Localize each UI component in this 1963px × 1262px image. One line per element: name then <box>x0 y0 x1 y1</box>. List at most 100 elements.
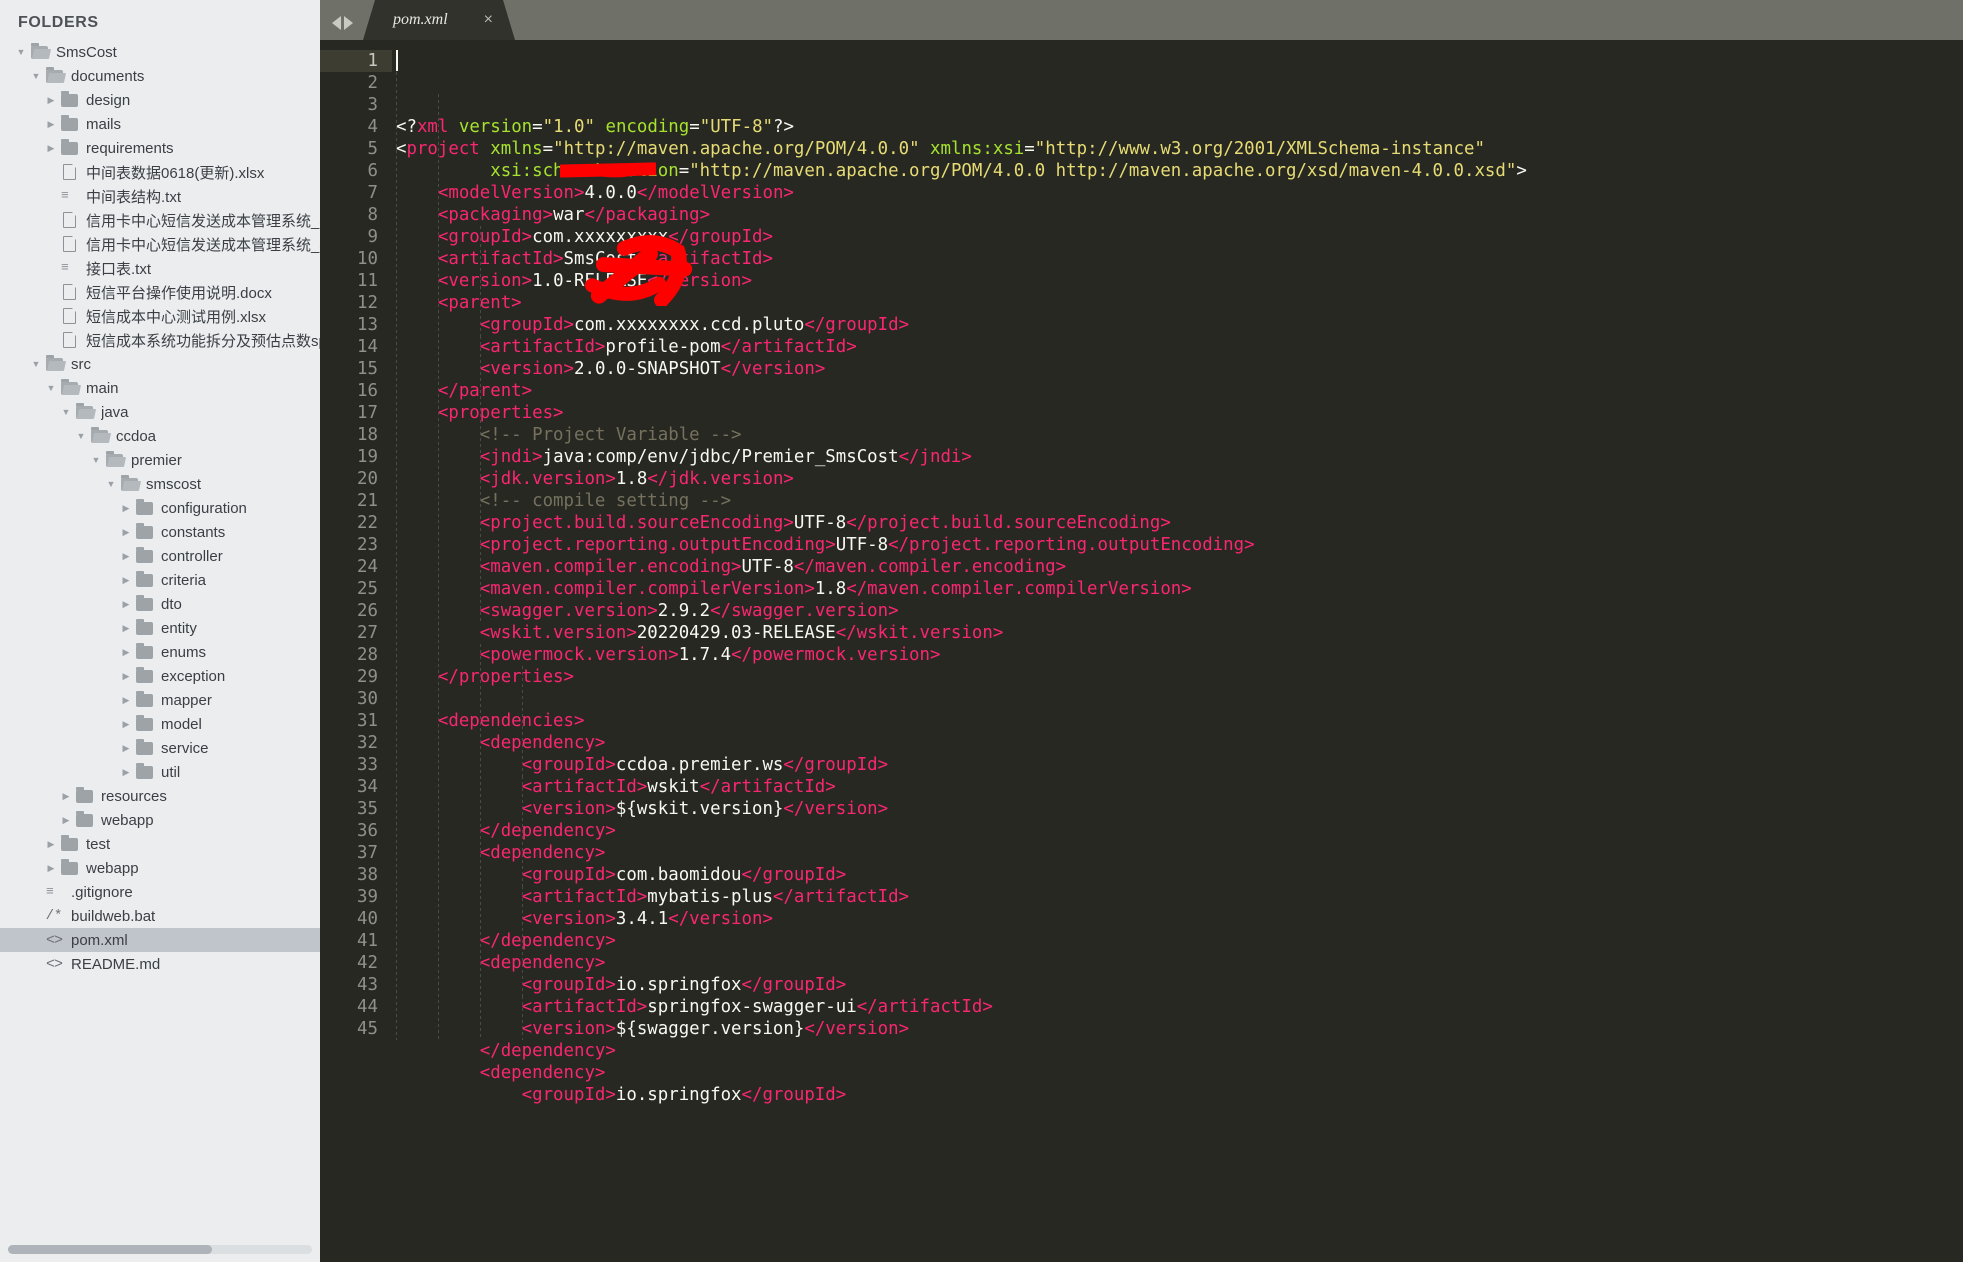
tree-item-[interactable]: ▶ 信用卡中心短信发送成本管理系统_概 <box>0 232 320 256</box>
code-line[interactable] <box>396 688 1963 710</box>
chevron-right-icon[interactable]: ▶ <box>119 695 133 705</box>
chevron-left-icon[interactable] <box>332 16 341 30</box>
tree-item-resources[interactable]: ▶ resources <box>0 784 320 808</box>
code-line[interactable]: <packaging>war</packaging> <box>396 204 1963 226</box>
tree-item-.txt[interactable]: ▶≡ 接口表.txt <box>0 256 320 280</box>
chevron-right-icon[interactable]: ▶ <box>119 743 133 753</box>
code-line[interactable]: <version>3.4.1</version> <box>396 908 1963 930</box>
chevron-right-icon[interactable]: ▶ <box>119 599 133 609</box>
tree-item-main[interactable]: ▼ main <box>0 376 320 400</box>
sidebar-horizontal-scrollbar[interactable] <box>8 1245 312 1254</box>
code-line[interactable]: </dependency> <box>396 930 1963 952</box>
tree-item-enums[interactable]: ▶ enums <box>0 640 320 664</box>
chevron-right-icon[interactable]: ▶ <box>59 815 73 825</box>
code-line[interactable]: </dependency> <box>396 1040 1963 1062</box>
tab-pom-xml[interactable]: pom.xml × <box>363 0 515 40</box>
code-line[interactable]: <version>${swagger.version}</version> <box>396 1018 1963 1040</box>
chevron-right-icon[interactable]: ▶ <box>44 95 58 105</box>
code-line[interactable]: <groupId>com.xxxxxxxx.ccd.pluto</groupId… <box>396 314 1963 336</box>
tree-item-.xlsx[interactable]: ▶ 短信成本中心测试用例.xlsx <box>0 304 320 328</box>
code-line[interactable]: <parent> <box>396 292 1963 314</box>
tree-item-pom.xml[interactable]: ▶<> pom.xml <box>0 928 320 952</box>
code-line[interactable]: <wskit.version>20220429.03-RELEASE</wski… <box>396 622 1963 644</box>
code-view[interactable]: 1 2 3 4 5 6 7 8 9 10 11 12 13 14 15 16 17 18 19 20 21 22 23 24 2… <box>320 40 1963 1262</box>
chevron-right-icon[interactable]: ▶ <box>119 527 133 537</box>
code-line[interactable]: <project xmlns="http://maven.apache.org/… <box>396 138 1963 160</box>
tree-item-.txt[interactable]: ▶≡ 中间表结构.txt <box>0 184 320 208</box>
code-line[interactable]: <!-- compile setting --> <box>396 490 1963 512</box>
code-line[interactable]: <project.build.sourceEncoding>UTF-8</pro… <box>396 512 1963 534</box>
tree-item-smscost[interactable]: ▼ smscost <box>0 472 320 496</box>
code-line[interactable]: <powermock.version>1.7.4</powermock.vers… <box>396 644 1963 666</box>
tree-item-mails[interactable]: ▶ mails <box>0 112 320 136</box>
code-line[interactable]: <jdk.version>1.8</jdk.version> <box>396 468 1963 490</box>
tree-item-buildweb.bat[interactable]: ▶/* buildweb.bat <box>0 904 320 928</box>
tree-item-src[interactable]: ▼ src <box>0 352 320 376</box>
tree-item-test[interactable]: ▶ test <box>0 832 320 856</box>
tab-navigation-arrows[interactable] <box>320 16 363 40</box>
code-line[interactable]: <modelVersion>4.0.0</modelVersion> <box>396 182 1963 204</box>
chevron-down-icon[interactable]: ▼ <box>14 47 28 57</box>
code-line[interactable]: <groupId>io.springfox</groupId> <box>396 974 1963 996</box>
chevron-right-icon[interactable]: ▶ <box>119 647 133 657</box>
tree-item-exception[interactable]: ▶ exception <box>0 664 320 688</box>
chevron-right-icon[interactable]: ▶ <box>119 767 133 777</box>
tree-item-spr[interactable]: ▶ 短信成本系统功能拆分及预估点数spr <box>0 328 320 352</box>
tree-item-mapper[interactable]: ▶ mapper <box>0 688 320 712</box>
code-line[interactable]: <artifactId>wskit</artifactId> <box>396 776 1963 798</box>
chevron-right-icon[interactable]: ▶ <box>119 671 133 681</box>
code-line[interactable]: <?xml version="1.0" encoding="UTF-8"?> <box>396 116 1963 138</box>
tree-item-service[interactable]: ▶ service <box>0 736 320 760</box>
tree-item-premier[interactable]: ▼ premier <box>0 448 320 472</box>
chevron-right-icon[interactable]: ▶ <box>44 863 58 873</box>
tree-item-.gitignore[interactable]: ▶≡ .gitignore <box>0 880 320 904</box>
chevron-down-icon[interactable]: ▼ <box>104 479 118 489</box>
chevron-right-icon[interactable]: ▶ <box>119 623 133 633</box>
tree-item-SmsCost[interactable]: ▼ SmsCost <box>0 40 320 64</box>
tree-item-[interactable]: ▶ 信用卡中心短信发送成本管理系统_概 <box>0 208 320 232</box>
tree-item-util[interactable]: ▶ util <box>0 760 320 784</box>
code-line[interactable]: <dependency> <box>396 1062 1963 1084</box>
code-line[interactable]: <maven.compiler.encoding>UTF-8</maven.co… <box>396 556 1963 578</box>
chevron-down-icon[interactable]: ▼ <box>44 383 58 393</box>
source-code-text[interactable]: <?xml version="1.0" encoding="UTF-8"?> <p… <box>392 40 1963 1262</box>
code-line[interactable]: <dependency> <box>396 952 1963 974</box>
code-line[interactable]: <properties> <box>396 402 1963 424</box>
tree-item-requirements[interactable]: ▶ requirements <box>0 136 320 160</box>
tree-item-constants[interactable]: ▶ constants <box>0 520 320 544</box>
code-line[interactable]: <swagger.version>2.9.2</swagger.version> <box>396 600 1963 622</box>
tree-item-design[interactable]: ▶ design <box>0 88 320 112</box>
chevron-right-icon[interactable]: ▶ <box>119 719 133 729</box>
code-line[interactable]: <artifactId>profile-pom</artifactId> <box>396 336 1963 358</box>
chevron-right-icon[interactable]: ▶ <box>59 791 73 801</box>
tree-item-dto[interactable]: ▶ dto <box>0 592 320 616</box>
code-line[interactable]: <dependency> <box>396 842 1963 864</box>
tree-item-java[interactable]: ▼ java <box>0 400 320 424</box>
code-line[interactable]: <version>${wskit.version}</version> <box>396 798 1963 820</box>
code-line[interactable]: <version>1.0-RELEASE</version> <box>396 270 1963 292</box>
tree-item-controller[interactable]: ▶ controller <box>0 544 320 568</box>
code-line[interactable]: <dependency> <box>396 732 1963 754</box>
code-line[interactable]: <project.reporting.outputEncoding>UTF-8<… <box>396 534 1963 556</box>
code-line[interactable]: <jndi>java:comp/env/jdbc/Premier_SmsCost… <box>396 446 1963 468</box>
code-line[interactable]: <groupId>io.springfox</groupId> <box>396 1084 1963 1106</box>
chevron-down-icon[interactable]: ▼ <box>29 71 43 81</box>
chevron-down-icon[interactable]: ▼ <box>89 455 103 465</box>
code-line[interactable]: <dependencies> <box>396 710 1963 732</box>
code-line[interactable]: <!-- Project Variable --> <box>396 424 1963 446</box>
tree-item-ccdoa[interactable]: ▼ ccdoa <box>0 424 320 448</box>
chevron-right-icon[interactable]: ▶ <box>119 575 133 585</box>
tree-item-documents[interactable]: ▼ documents <box>0 64 320 88</box>
code-line[interactable]: <artifactId>SmsCost</artifactId> <box>396 248 1963 270</box>
tree-item-criteria[interactable]: ▶ criteria <box>0 568 320 592</box>
code-line[interactable]: <groupId>com.baomidou</groupId> <box>396 864 1963 886</box>
tree-item-webapp[interactable]: ▶ webapp <box>0 856 320 880</box>
chevron-right-icon[interactable] <box>344 16 353 30</box>
chevron-right-icon[interactable]: ▶ <box>44 839 58 849</box>
tree-item-0618.xlsx[interactable]: ▶ 中间表数据0618(更新).xlsx <box>0 160 320 184</box>
code-line[interactable]: <groupId>ccdoa.premier.ws</groupId> <box>396 754 1963 776</box>
tree-item-entity[interactable]: ▶ entity <box>0 616 320 640</box>
close-icon[interactable]: × <box>484 11 493 29</box>
tree-item-.docx[interactable]: ▶ 短信平台操作使用说明.docx <box>0 280 320 304</box>
chevron-right-icon[interactable]: ▶ <box>44 119 58 129</box>
